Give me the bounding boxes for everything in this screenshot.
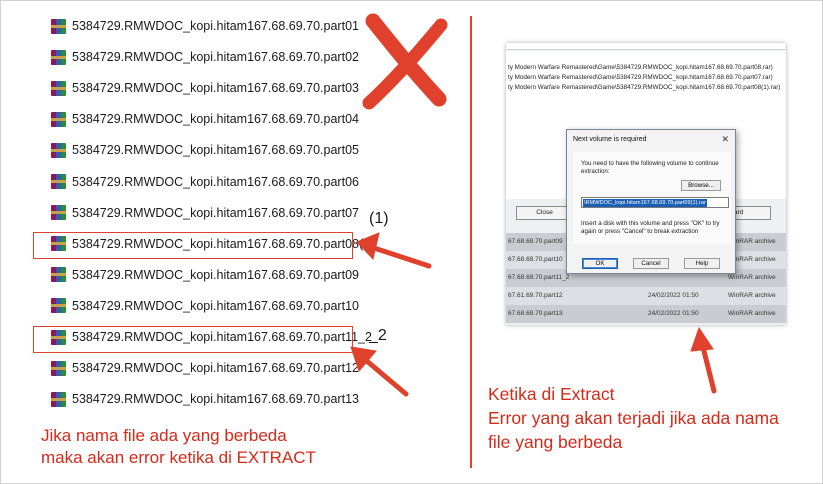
winrar-archive-icon [51, 267, 66, 283]
file-name: 5384729.RMWDOC_kopi.hitam167.68.69.70.pa… [72, 267, 359, 282]
winrar-archive-icon [51, 111, 66, 127]
winrar-archive-icon [51, 360, 66, 376]
archive-date: 24/02/2022 01:50 [648, 292, 699, 299]
red-arrow [350, 346, 409, 397]
help-button[interactable]: Help [684, 258, 720, 269]
right-note-line-2: Error yang akan terjadi jika ada nama [488, 408, 779, 428]
highlight-box-part08 [33, 232, 353, 259]
file-list-item[interactable]: 5384729.RMWDOC_kopi.hitam167.68.69.70.pa… [51, 109, 359, 129]
file-list-item[interactable]: 5384729.RMWDOC_kopi.hitam167.68.69.70.pa… [51, 16, 359, 36]
file-list-item[interactable]: 5384729.RMWDOC_kopi.hitam167.68.69.70.pa… [51, 265, 359, 285]
file-name: 5384729.RMWDOC_kopi.hitam167.68.69.70.pa… [72, 361, 359, 376]
mark-label-part11: _2 [369, 327, 387, 344]
red-x-mark [362, 13, 448, 110]
mark-label-part08: (1) [369, 210, 389, 227]
winrar-archive-icon [51, 298, 66, 314]
file-name: 5384729.RMWDOC_kopi.hitam167.68.69.70.pa… [72, 81, 359, 96]
archive-type: WinRAR archive [728, 274, 776, 281]
file-list-item[interactable]: 5384729.RMWDOC_kopi.hitam167.68.69.70.pa… [51, 172, 359, 192]
file-list-item[interactable]: 5384729.RMWDOC_kopi.hitam167.68.69.70.pa… [51, 78, 359, 98]
window-top-bar [506, 43, 786, 50]
close-button[interactable]: Close [516, 206, 573, 220]
archive-name: 67.68.69.70.part09 [508, 238, 563, 245]
left-note-line-1: Jika nama file ada yang berbeda [41, 426, 287, 445]
winrar-archive-icon [51, 18, 66, 34]
cancel-button[interactable]: Cancel [633, 258, 669, 269]
archive-name: 67.68.69.70.part11_2 [508, 274, 570, 281]
file-name: 5384729.RMWDOC_kopi.hitam167.68.69.70.pa… [72, 298, 359, 313]
archive-name: 67.61.69.70.part12 [508, 292, 563, 299]
background-button[interactable]: ard [731, 206, 771, 220]
archive-name: 67.68.69.70.part13 [508, 310, 563, 317]
file-list-item[interactable]: 5384729.RMWDOC_kopi.hitam167.68.69.70.pa… [51, 203, 359, 223]
tutorial-image: 5384729.RMWDOC_kopi.hitam167.68.69.70.pa… [0, 0, 823, 484]
log-line: ty Modern Warfare Remastered\Game\538472… [508, 74, 773, 81]
winrar-archive-icon [51, 174, 66, 189]
file-list-item[interactable]: 5384729.RMWDOC_kopi.hitam167.68.69.70.pa… [51, 296, 359, 316]
file-list-item[interactable]: 5384729.RMWDOC_kopi.hitam167.68.69.70.pa… [51, 47, 359, 67]
next-volume-dialog: Next volume is required ✕ You need to ha… [566, 129, 736, 274]
dialog-title: Next volume is required [573, 136, 647, 143]
file-name: 5384729.RMWDOC_kopi.hitam167.68.69.70.pa… [72, 19, 359, 33]
archive-type: WinRAR archive [728, 292, 776, 299]
file-name: 5384729.RMWDOC_kopi.hitam167.68.69.70.pa… [72, 174, 359, 189]
winrar-archive-icon [51, 49, 66, 65]
file-list-item[interactable]: 5384729.RMWDOC_kopi.hitam167.68.69.70.pa… [51, 358, 359, 378]
volume-input[interactable]: \RMWDOC_kopi.hitam167.68.69.70.part09(1)… [581, 197, 729, 208]
dialog-prompt: You need to have the following volume to… [581, 160, 719, 175]
archive-row[interactable]: 67.68.69.70.part13 24/02/2022 01:50 WinRAR… [506, 305, 786, 323]
highlight-box-part11 [33, 326, 353, 353]
left-note: Jika nama file ada yang berbeda maka aka… [41, 425, 316, 469]
dialog-insert-text: Insert a disk with this volume and press… [581, 220, 720, 235]
browse-button[interactable]: Browse... [681, 180, 721, 191]
log-line: ty Modern Warfare Remastered\Game\538472… [508, 64, 773, 71]
winrar-archive-icon [51, 142, 66, 158]
right-note: Ketika di Extract Error yang akan terjad… [488, 382, 779, 454]
archive-name: 67.68.69.70.part10 [508, 256, 563, 263]
winrar-archive-icon [51, 80, 66, 96]
volume-value: \RMWDOC_kopi.hitam167.68.69.70.part09(1)… [583, 199, 707, 207]
ok-button[interactable]: OK [582, 258, 618, 269]
archive-type: WinRAR archive [728, 310, 776, 317]
file-name: 5384729.RMWDOC_kopi.hitam167.68.69.70.pa… [72, 392, 359, 407]
winrar-screenshot: ty Modern Warfare Remastered\Game\538472… [506, 43, 786, 325]
right-note-line-3: file yang berbeda [488, 432, 623, 452]
file-list-item[interactable]: 5384729.RMWDOC_kopi.hitam167.68.69.70.pa… [51, 389, 359, 409]
divider-line [470, 16, 472, 468]
close-icon[interactable]: ✕ [721, 134, 729, 145]
archive-row[interactable]: 67.61.69.70.part12 24/02/2022 01:50 WinRAR… [506, 287, 786, 305]
file-name: 5384729.RMWDOC_kopi.hitam167.68.69.70.pa… [72, 50, 359, 65]
file-name: 5384729.RMWDOC_kopi.hitam167.68.69.70.pa… [72, 205, 359, 220]
archive-date: 24/02/2022 01:50 [648, 310, 699, 317]
file-list-item[interactable]: 5384729.RMWDOC_kopi.hitam167.68.69.70.pa… [51, 140, 359, 160]
winrar-archive-icon [51, 391, 66, 407]
right-note-line-1: Ketika di Extract [488, 384, 615, 404]
left-note-line-2: maka akan error ketika di EXTRACT [41, 448, 316, 467]
file-name: 5384729.RMWDOC_kopi.hitam167.68.69.70.pa… [72, 112, 359, 127]
winrar-archive-icon [51, 205, 66, 221]
file-name: 5384729.RMWDOC_kopi.hitam167.68.69.70.pa… [72, 143, 359, 158]
log-line: ty Modern Warfare Remastered\Game\538472… [508, 84, 781, 91]
